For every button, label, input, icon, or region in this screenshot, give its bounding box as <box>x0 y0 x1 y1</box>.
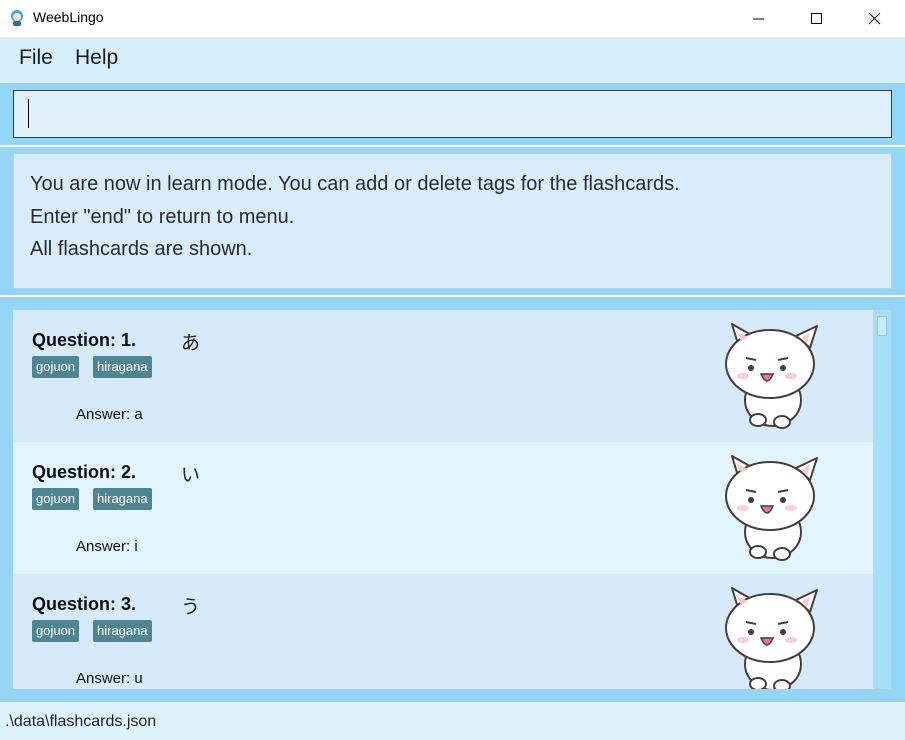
tag-badge: gojuon <box>32 488 80 510</box>
minimize-button[interactable] <box>730 0 788 37</box>
question-label: Question: 3. <box>32 594 137 614</box>
status-bar: .\data\flashcards.json <box>0 702 905 740</box>
list-scrollbar[interactable] <box>873 310 891 689</box>
result-line: Enter "end" to return to menu. <box>30 206 295 228</box>
menu-bar <box>0 37 905 83</box>
answer-text: Answer: a <box>76 406 143 423</box>
result-line: You are now in learn mode. You can add o… <box>30 173 680 195</box>
question-text: う <box>181 596 201 618</box>
answer-text: Answer: u <box>76 670 143 687</box>
result-line: All flashcards are shown. <box>30 238 253 260</box>
question-text: あ <box>181 332 201 354</box>
window-title: WeebLingo <box>33 9 104 25</box>
maximize-button[interactable] <box>788 0 846 37</box>
cat-mascot-icon <box>725 323 818 429</box>
tag-badge: gojuon <box>32 356 80 378</box>
flashcard-list-panel: Question: 1. あ gojuon hiragana Answer: a <box>0 297 905 702</box>
data-file-path: .\data\flashcards.json <box>5 713 157 730</box>
close-icon <box>869 12 881 24</box>
question-label: Question: 2. <box>32 462 137 482</box>
app-logo-icon <box>11 10 23 26</box>
flashcard-card[interactable]: Question: 2. い gojuon hiragana Answer: i <box>13 442 873 574</box>
command-input[interactable] <box>13 90 892 138</box>
scrollbar-thumb[interactable] <box>877 316 887 336</box>
text-caret <box>28 99 29 128</box>
minimize-icon <box>753 18 764 19</box>
question-text: い <box>181 464 201 486</box>
close-button[interactable] <box>846 0 904 37</box>
cat-mascot-icon <box>725 455 818 561</box>
cat-mascot-icon <box>725 587 818 689</box>
title-bar: WeebLingo <box>0 0 905 37</box>
command-box-panel <box>0 83 905 145</box>
answer-text: Answer: i <box>76 538 138 555</box>
tag-badge: hiragana <box>93 620 152 642</box>
question-label: Question: 1. <box>32 330 137 350</box>
flashcard-card[interactable]: Question: 1. あ gojuon hiragana Answer: a <box>13 310 873 442</box>
tag-badge: hiragana <box>93 488 152 510</box>
tag-badge: hiragana <box>93 356 152 378</box>
maximize-icon <box>811 12 822 24</box>
result-display: You are now in learn mode. You can add o… <box>13 153 892 289</box>
flashcard-card[interactable]: Question: 3. う gojuon hiragana Answer: u <box>13 574 873 689</box>
menu-file[interactable]: File <box>19 46 53 70</box>
flashcard-list[interactable]: Question: 1. あ gojuon hiragana Answer: a <box>13 310 873 689</box>
menu-help[interactable]: Help <box>75 46 118 70</box>
result-display-panel: You are now in learn mode. You can add o… <box>0 147 905 295</box>
tag-badge: gojuon <box>32 620 80 642</box>
